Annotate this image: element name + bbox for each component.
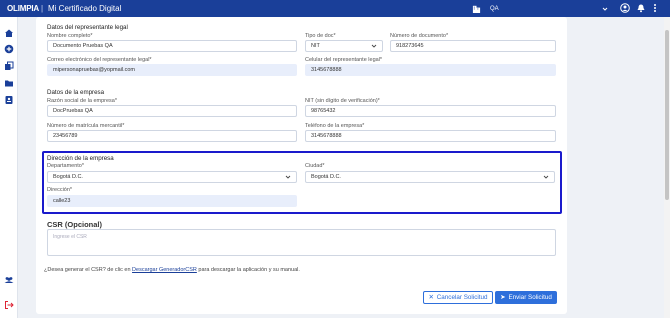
- chevron-down-icon: [543, 175, 549, 179]
- download-generator-link[interactable]: Descargar GeneradorCSR: [132, 267, 197, 273]
- email-field[interactable]: mipersonapruebas@yopmail.com: [47, 64, 297, 76]
- department-select[interactable]: Bogotá D.C.: [47, 171, 297, 183]
- cancel-request-button[interactable]: ✕ Cancelar Solicitud: [423, 291, 493, 304]
- doc-number-value: 918273645: [396, 43, 424, 49]
- email-value: mipersonapruebas@yopmail.com: [53, 67, 136, 73]
- csr-textarea[interactable]: Ingrese el CSR: [47, 229, 556, 256]
- department-value: Bogotá D.C.: [53, 174, 83, 180]
- company-name-label: Razón social de la empresa*: [47, 98, 118, 104]
- csr-info-prefix: ¿Desea generar el CSR? de clic en: [44, 267, 133, 273]
- address-value: calle23: [53, 198, 71, 204]
- send-icon: ➤: [500, 294, 506, 301]
- rep-phone-field[interactable]: 3145678888: [305, 64, 556, 76]
- rep-phone-label: Celular del representante legal*: [305, 57, 383, 63]
- city-value: Bogotá D.C.: [311, 174, 341, 180]
- doc-number-field[interactable]: 918273645: [390, 40, 556, 52]
- nit-field[interactable]: 98765432: [305, 105, 556, 117]
- scrollbar-thumb[interactable]: [665, 30, 669, 200]
- legal-rep-section-title: Datos del representante legal: [47, 24, 128, 31]
- chevron-down-icon: [602, 7, 608, 11]
- doc-type-label: Tipo de doc*: [305, 33, 336, 39]
- brand-logo[interactable]: OLIMPIA: [7, 4, 39, 13]
- registration-label: Número de matrícula mercantil*: [47, 123, 125, 129]
- department-label: Departamento*: [47, 163, 84, 169]
- building-icon: [472, 5, 481, 13]
- company-name-value: DocPruebas QA: [53, 108, 93, 114]
- notification-bell-icon[interactable]: [636, 3, 646, 13]
- full-name-field[interactable]: Documento Pruebas QA: [47, 40, 297, 52]
- nit-label: NIT (sin dígito de verificación)*: [305, 98, 380, 104]
- csr-section-title: CSR (Opcional): [47, 220, 103, 229]
- full-name-value: Documento Pruebas QA: [53, 43, 113, 49]
- doc-type-value: NIT: [311, 43, 320, 49]
- email-label: Correo electrónico del representante leg…: [47, 57, 152, 63]
- csr-info-text: ¿Desea generar el CSR? de clic en Descar…: [44, 267, 300, 273]
- menu-dots-icon[interactable]: [650, 3, 660, 13]
- home-icon[interactable]: [4, 28, 14, 38]
- city-select[interactable]: Bogotá D.C.: [305, 171, 555, 183]
- logout-icon[interactable]: [4, 300, 14, 310]
- environment-select[interactable]: QA: [486, 3, 612, 14]
- title-separator: |: [40, 4, 44, 13]
- cancel-request-label: Cancelar Solicitud: [436, 294, 488, 301]
- company-name-field[interactable]: DocPruebas QA: [47, 105, 297, 117]
- chevron-down-icon: [285, 175, 291, 179]
- company-section-title: Datos de la empresa: [47, 89, 105, 96]
- city-label: Ciudad*: [305, 163, 325, 169]
- close-icon: ✕: [428, 294, 434, 301]
- environment-value: QA: [490, 5, 499, 12]
- rep-phone-value: 3145678888: [311, 67, 342, 73]
- send-request-button[interactable]: ➤ Enviar Solicitud: [495, 291, 557, 304]
- registration-value: 23456789: [53, 133, 78, 139]
- send-request-label: Enviar Solicitud: [508, 294, 552, 301]
- user-account-icon[interactable]: [620, 3, 630, 13]
- company-phone-value: 3145678888: [311, 133, 342, 139]
- top-bar: OLIMPIA | Mi Certificado Digital QA: [0, 0, 670, 17]
- sidebar: [0, 17, 18, 318]
- doc-type-select[interactable]: NIT: [305, 40, 383, 52]
- doc-number-label: Número de documento*: [390, 33, 449, 39]
- full-name-label: Nombre completo*: [47, 33, 93, 39]
- address-field[interactable]: calle23: [47, 195, 297, 207]
- chevron-down-icon: [371, 44, 377, 48]
- address-section-title: Dirección de la empresa: [47, 155, 114, 162]
- add-circle-icon[interactable]: [4, 44, 14, 54]
- company-phone-field[interactable]: 3145678888: [305, 130, 556, 142]
- csr-info-suffix: para descargar la aplicación y su manual…: [196, 267, 300, 273]
- app-title: Mi Certificado Digital: [48, 4, 122, 13]
- folder-icon[interactable]: [4, 78, 14, 88]
- company-phone-label: Teléfono de la empresa*: [305, 123, 365, 129]
- copy-documents-icon[interactable]: [4, 61, 14, 71]
- id-card-icon[interactable]: [4, 95, 14, 105]
- csr-placeholder: Ingrese el CSR: [53, 234, 87, 240]
- address-label: Dirección*: [47, 187, 73, 193]
- registration-field[interactable]: 23456789: [47, 130, 297, 142]
- nit-value: 98765432: [311, 108, 336, 114]
- users-group-icon[interactable]: [4, 275, 14, 285]
